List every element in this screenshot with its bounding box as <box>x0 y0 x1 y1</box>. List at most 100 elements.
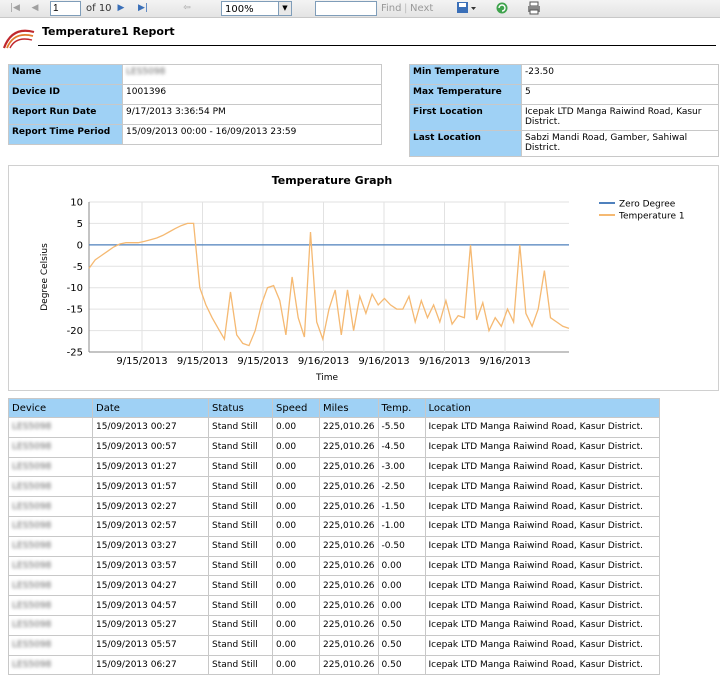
export-icon[interactable] <box>456 1 478 16</box>
cell-temp: -5.50 <box>377 417 426 438</box>
info-label: Min Temperature <box>409 64 522 85</box>
chevron-down-icon[interactable]: ▼ <box>278 2 291 15</box>
table-row: LES5098 15/09/2013 01:57 Stand Still 0.00 22… <box>8 476 661 498</box>
cell-location: Icepak LTD Manga Raiwind Road, Kasur Dis… <box>424 496 661 517</box>
legend-label-zero-degree: Zero Degree <box>619 200 676 210</box>
info-row-last-location: Last Location Sabzi Mandi Road, Gamber, … <box>409 130 719 157</box>
cell-miles: 225,010.26 <box>319 417 379 438</box>
report-toolbar: |◀ ◀ of 10 ▶ ▶| ⇦ 100% ▼ Find | Next <box>0 0 720 18</box>
cell-date: 15/09/2013 02:27 <box>92 496 209 517</box>
table-row: LES5098 15/09/2013 03:27 Stand Still 0.00 22… <box>8 535 661 557</box>
table-row: LES5098 15/09/2013 00:57 Stand Still 0.00 22… <box>8 436 661 458</box>
cell-location: Icepak LTD Manga Raiwind Road, Kasur Dis… <box>424 575 661 597</box>
column-header-date: Date <box>92 398 209 418</box>
cell-speed: 0.00 <box>272 496 320 517</box>
cell-location: Icepak LTD Manga Raiwind Road, Kasur Dis… <box>424 456 661 478</box>
x-tick-label: 9/15/2013 <box>237 356 288 367</box>
y-tick-label: 10 <box>70 198 83 209</box>
cell-speed: 0.00 <box>272 535 320 557</box>
cell-miles: 225,010.26 <box>319 555 379 577</box>
chart-title: Temperature Graph <box>272 174 393 187</box>
cell-speed: 0.00 <box>272 595 320 616</box>
table-row: LES5098 15/09/2013 02:27 Stand Still 0.00 22… <box>8 496 661 517</box>
time-period-value: 15/09/2013 00:00 - 16/09/2013 23:59 <box>122 124 382 145</box>
print-icon[interactable] <box>527 1 542 16</box>
info-row-min-temp: Min Temperature -23.50 <box>409 64 719 85</box>
cell-location: Icepak LTD Manga Raiwind Road, Kasur Dis… <box>424 595 661 616</box>
table-row: LES5098 15/09/2013 05:27 Stand Still 0.00 22… <box>8 614 661 636</box>
cell-speed: 0.00 <box>272 456 320 478</box>
last-location-value: Sabzi Mandi Road, Gamber, Sahiwal Distri… <box>521 130 719 157</box>
temperature-log-table: Device Date Status Speed Miles Temp. Location … <box>8 398 661 675</box>
cell-temp: 0.50 <box>377 614 426 636</box>
temperature-graph: Temperature Graph 10 5 0 -5 -10 -15 -20 -25 9/1… <box>8 165 719 391</box>
cell-miles: 225,010.26 <box>319 575 379 597</box>
table-row: LES5098 15/09/2013 01:27 Stand Still 0.00 22… <box>8 456 661 478</box>
first-page-icon[interactable]: |◀ <box>10 1 20 16</box>
cell-device: LES5098 <box>8 614 93 636</box>
zoom-select[interactable]: 100% ▼ <box>221 1 292 16</box>
cell-miles: 225,010.26 <box>319 515 379 537</box>
table-row: LES5098 15/09/2013 04:27 Stand Still 0.00 22… <box>8 575 661 597</box>
run-date-value: 9/17/2013 3:36:54 PM <box>122 104 382 125</box>
cell-miles: 225,010.26 <box>319 614 379 636</box>
cell-temp: 0.50 <box>377 634 426 656</box>
cell-temp: -1.00 <box>377 515 426 537</box>
y-tick-label: -15 <box>67 305 83 316</box>
last-page-icon[interactable]: ▶| <box>137 1 149 16</box>
cell-status: Stand Still <box>208 555 273 577</box>
next-page-icon[interactable]: ▶ <box>116 1 126 16</box>
back-icon[interactable]: ⇦ <box>181 1 193 16</box>
cell-date: 15/09/2013 02:57 <box>92 515 209 537</box>
x-tick-label: 9/16/2013 <box>479 356 530 367</box>
cell-date: 15/09/2013 03:27 <box>92 535 209 557</box>
table-header-row: Device Date Status Speed Miles Temp. Location <box>8 398 661 418</box>
cell-device: LES5098 <box>8 575 93 597</box>
cell-speed: 0.00 <box>272 515 320 537</box>
device-id-value: 1001396 <box>122 84 382 105</box>
table-row: LES5098 15/09/2013 05:57 Stand Still 0.00 22… <box>8 634 661 656</box>
temperature-chart-svg: Temperature Graph 10 5 0 -5 -10 -15 -20 -25 9/1… <box>40 174 685 383</box>
cell-miles: 225,010.26 <box>319 456 379 478</box>
page-number-input[interactable] <box>50 1 81 16</box>
cell-temp: 0.00 <box>377 555 426 577</box>
info-row-run-date: Report Run Date 9/17/2013 3:36:54 PM <box>8 104 382 125</box>
x-tick-label: 9/16/2013 <box>298 356 349 367</box>
cell-status: Stand Still <box>208 575 273 597</box>
zoom-value: 100% <box>225 4 254 15</box>
cell-status: Stand Still <box>208 456 273 478</box>
cell-device: LES5098 <box>8 456 93 478</box>
column-header-location: Location <box>424 398 661 418</box>
cell-date: 15/09/2013 00:27 <box>92 417 209 438</box>
previous-page-icon[interactable]: ◀ <box>30 1 40 16</box>
find-separator: | <box>404 3 408 14</box>
info-row-first-location: First Location Icepak LTD Manga Raiwind … <box>409 104 719 131</box>
cell-location: Icepak LTD Manga Raiwind Road, Kasur Dis… <box>424 515 661 537</box>
legend-label-temperature-1: Temperature 1 <box>618 212 685 222</box>
info-row-max-temp: Max Temperature 5 <box>409 84 719 105</box>
cell-status: Stand Still <box>208 634 273 656</box>
cell-temp: 0.00 <box>377 575 426 597</box>
cell-device: LES5098 <box>8 496 93 517</box>
cell-device: LES5098 <box>8 595 93 616</box>
temperature-info-table: Min Temperature -23.50 Max Temperature 5… <box>409 64 719 157</box>
x-tick-label: 9/15/2013 <box>116 356 167 367</box>
x-axis-label: Time <box>315 373 338 383</box>
info-label: First Location <box>409 104 522 131</box>
y-axis-label: Degree Celsius <box>40 243 50 311</box>
refresh-icon[interactable] <box>495 1 510 16</box>
cell-device: LES5098 <box>8 436 93 458</box>
cell-temp: -1.50 <box>377 496 426 517</box>
info-label: Report Time Period <box>8 124 123 145</box>
info-row-name: Name LES5098 <box>8 64 382 85</box>
cell-date: 15/09/2013 01:57 <box>92 476 209 498</box>
y-tick-label: -5 <box>73 262 83 273</box>
find-link[interactable]: Find <box>381 1 402 16</box>
report-title: Temperature1 Report <box>42 25 175 38</box>
cell-device: LES5098 <box>8 476 93 498</box>
next-link[interactable]: Next <box>410 1 433 16</box>
cell-temp: 0.00 <box>377 595 426 616</box>
table-row: LES5098 15/09/2013 04:57 Stand Still 0.00 22… <box>8 595 661 616</box>
find-input[interactable] <box>315 1 377 16</box>
cell-status: Stand Still <box>208 476 273 498</box>
